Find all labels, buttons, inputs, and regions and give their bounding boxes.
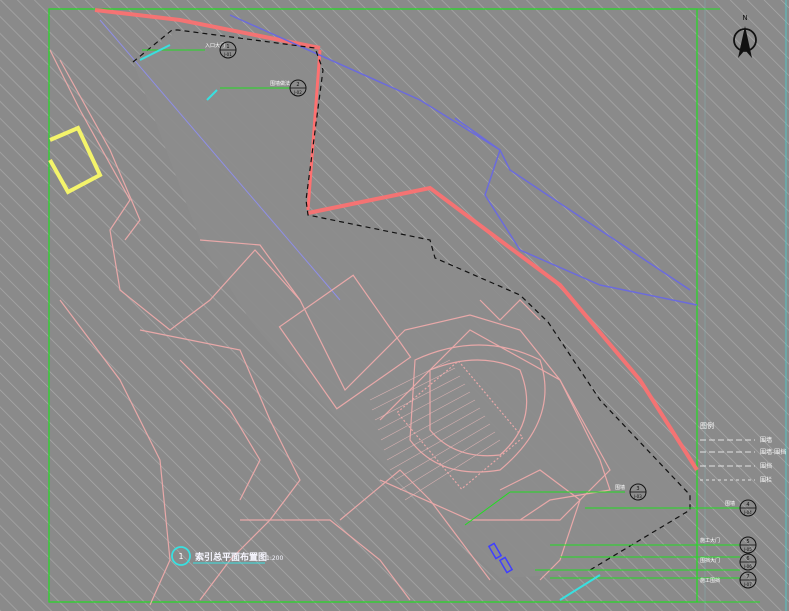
svg-text:J-04: J-04 xyxy=(743,510,752,515)
svg-text:围挡大门: 围挡大门 xyxy=(700,557,720,564)
svg-text:J-01: J-01 xyxy=(223,52,232,57)
svg-text:4: 4 xyxy=(746,502,749,508)
svg-text:入口大门: 入口大门 xyxy=(205,42,225,49)
svg-text:J-05: J-05 xyxy=(743,547,752,552)
svg-text:1: 1 xyxy=(226,44,229,50)
north-letter: N xyxy=(742,14,747,22)
title-number: 1 xyxy=(178,552,183,561)
svg-text:围墙: 围墙 xyxy=(615,484,625,491)
svg-text:3: 3 xyxy=(636,486,639,492)
legend-item-3: 围挡 xyxy=(760,462,772,470)
legend-item-1: 围墙 xyxy=(760,436,772,444)
svg-text:围墙做法: 围墙做法 xyxy=(270,80,290,87)
svg-text:6: 6 xyxy=(746,556,749,562)
svg-text:围墙: 围墙 xyxy=(725,500,735,507)
svg-text:J-03: J-03 xyxy=(633,494,642,499)
title-scale: 1:200 xyxy=(266,555,283,562)
svg-text:施工围挡: 施工围挡 xyxy=(700,577,720,584)
svg-text:施工大门: 施工大门 xyxy=(700,537,720,544)
legend-heading: 图例 xyxy=(700,421,714,430)
svg-text:J-07: J-07 xyxy=(743,582,752,587)
svg-text:J-02: J-02 xyxy=(293,90,302,95)
title-text: 索引总平面布置图 xyxy=(195,551,267,563)
legend-item-2: 围墙-围挡 xyxy=(760,448,786,456)
legend-item-4: 围栏 xyxy=(760,476,772,484)
svg-text:7: 7 xyxy=(746,574,749,580)
svg-text:2: 2 xyxy=(296,82,299,88)
svg-text:5: 5 xyxy=(746,539,749,545)
site-plan-drawing: N 图例 围墙 围墙-围挡 围挡 围栏 入口大门 1 J-01 围墙做法 2 J… xyxy=(0,0,789,611)
svg-text:J-06: J-06 xyxy=(743,564,752,569)
